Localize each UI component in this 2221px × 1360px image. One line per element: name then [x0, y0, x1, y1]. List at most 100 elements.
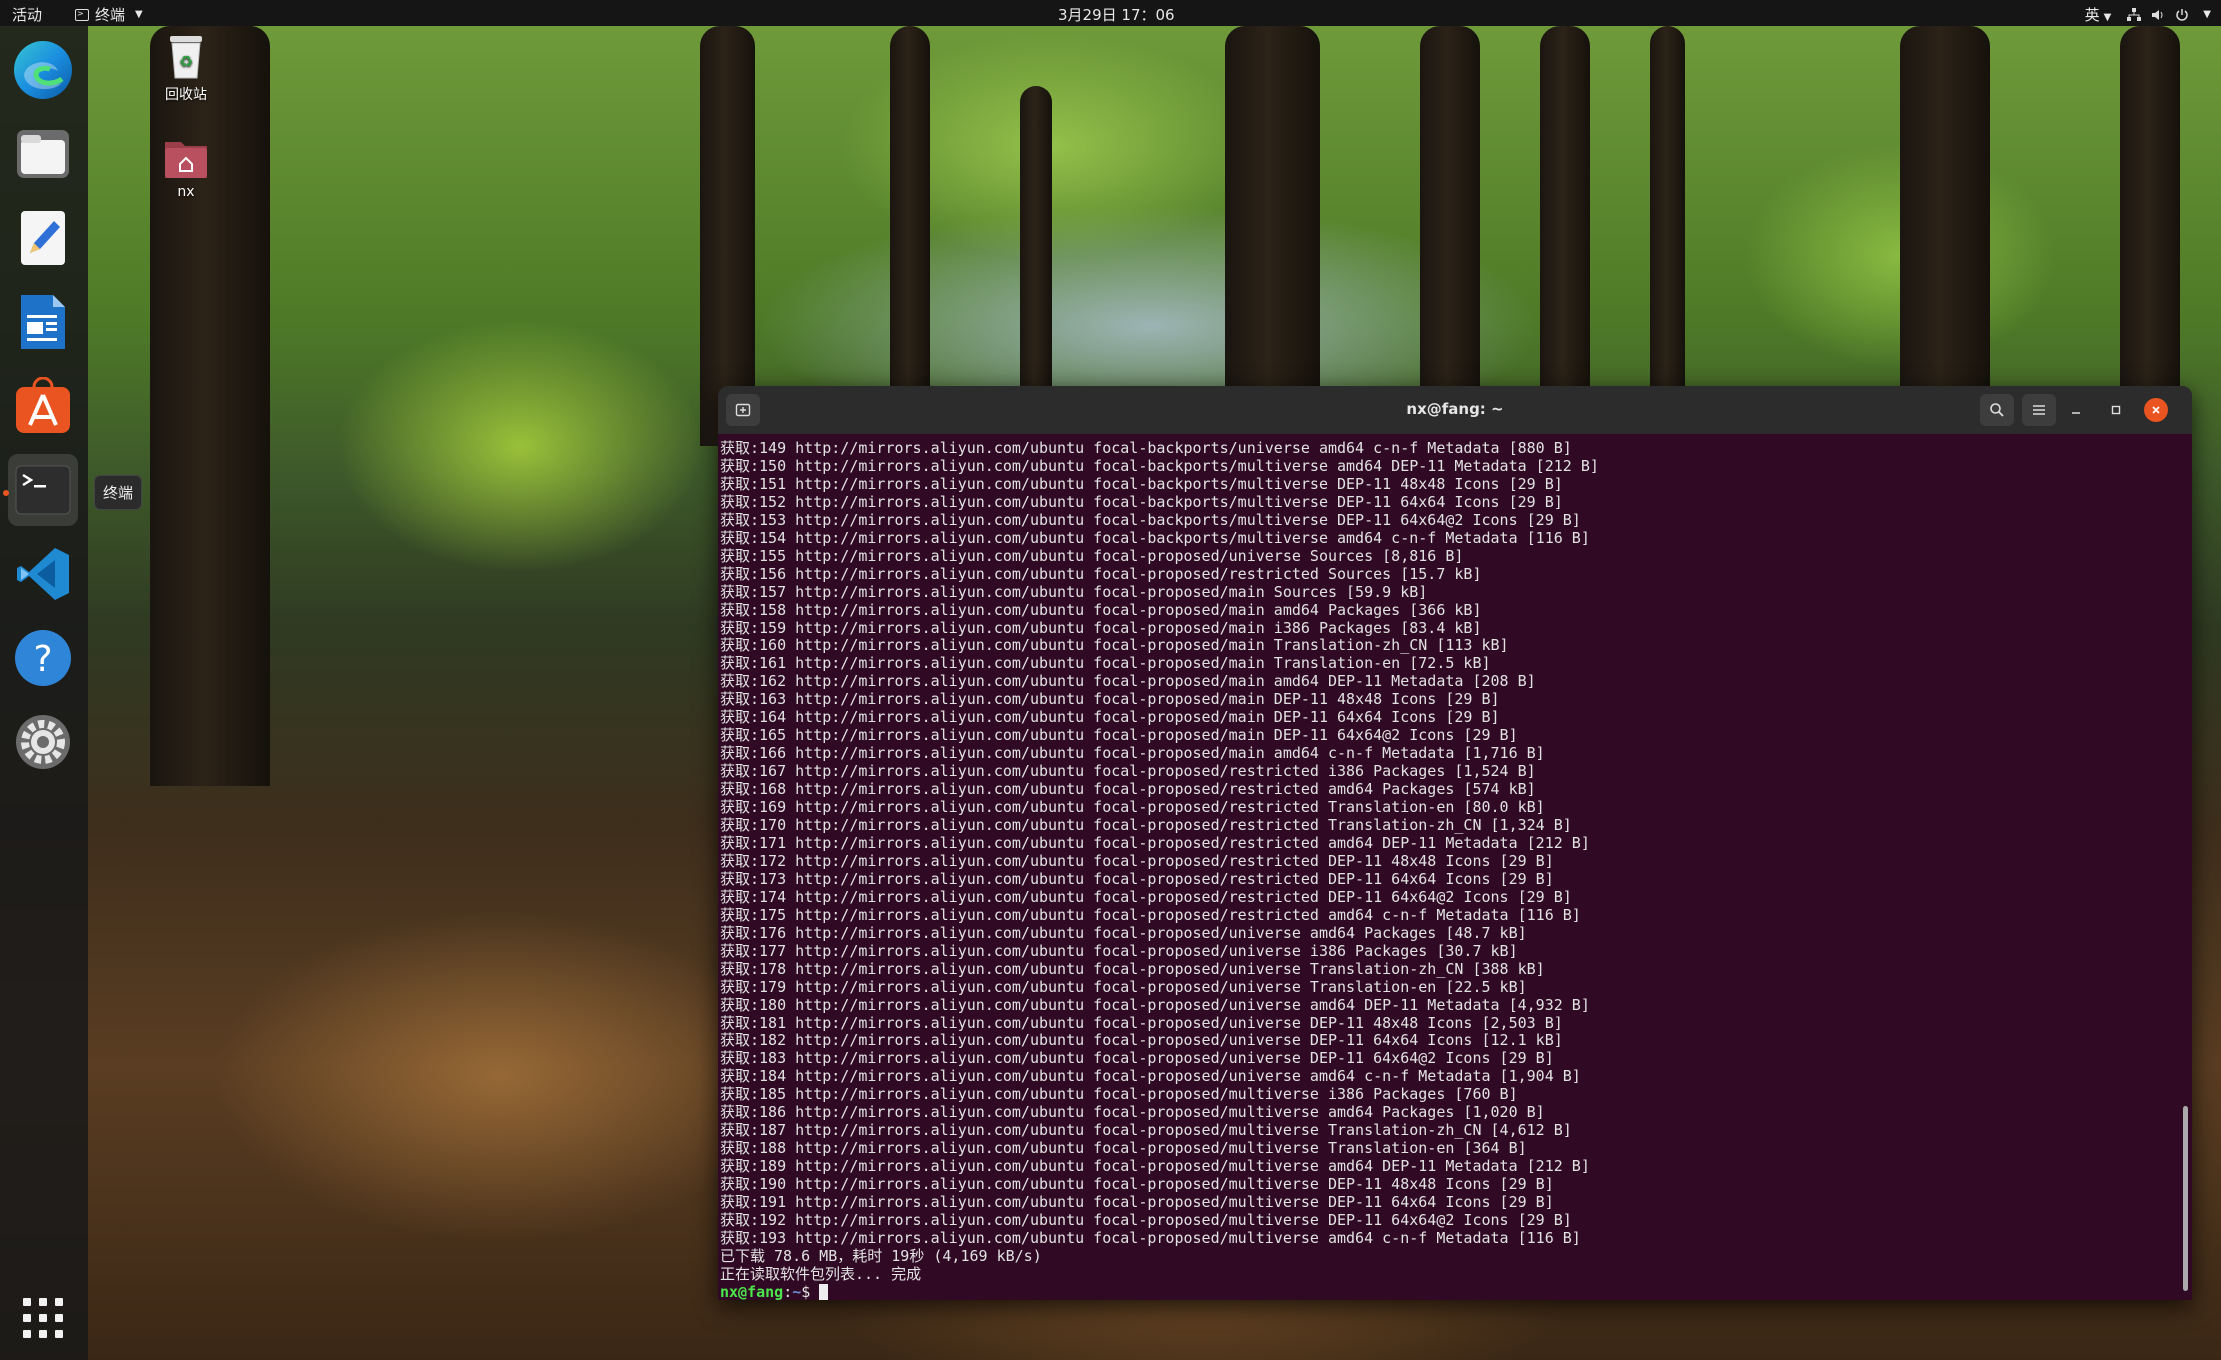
power-icon	[2176, 8, 2188, 21]
terminal-output[interactable]: 获取:149 http://mirrors.aliyun.com/ubuntu …	[720, 440, 2170, 1300]
terminal-output-line: 获取:192 http://mirrors.aliyun.com/ubuntu …	[720, 1210, 1572, 1229]
terminal-output-line: 获取:185 http://mirrors.aliyun.com/ubuntu …	[720, 1085, 1518, 1104]
dock-item-settings[interactable]	[8, 706, 78, 778]
terminal-output-line: 获取:181 http://mirrors.aliyun.com/ubuntu …	[720, 1013, 1563, 1032]
terminal-output-line: 获取:158 http://mirrors.aliyun.com/ubuntu …	[720, 600, 1482, 619]
terminal-output-line: 获取:191 http://mirrors.aliyun.com/ubuntu …	[720, 1193, 1554, 1212]
home-folder-icon	[165, 142, 207, 178]
dock-tooltip: 终端	[94, 475, 143, 510]
terminal-window[interactable]: nx@fang: ~ 获取:149 http://mirrors.aliyun.…	[718, 386, 2192, 1300]
input-method-menu[interactable]: 英 ▼	[2085, 4, 2112, 25]
terminal-output-line: 获取:184 http://mirrors.aliyun.com/ubuntu …	[720, 1067, 1581, 1086]
terminal-output-line: 获取:178 http://mirrors.aliyun.com/ubuntu …	[720, 959, 1545, 978]
system-menu[interactable]: ▼	[2127, 7, 2211, 22]
dock-item-edge[interactable]	[8, 34, 78, 106]
terminal-output-line: 获取:168 http://mirrors.aliyun.com/ubuntu …	[720, 780, 1536, 799]
terminal-output-line: 获取:176 http://mirrors.aliyun.com/ubuntu …	[720, 923, 1527, 942]
text-editor-icon	[21, 211, 65, 265]
terminal-output-line: 获取:150 http://mirrors.aliyun.com/ubuntu …	[720, 456, 1599, 475]
settings-icon	[16, 715, 70, 769]
minimize-icon	[2072, 412, 2080, 414]
software-store-icon	[16, 377, 70, 433]
terminal-lines: 获取:149 http://mirrors.aliyun.com/ubuntu …	[720, 440, 2170, 1284]
chevron-down-icon: ▼	[2103, 12, 2112, 23]
app-menu-button[interactable]: > 终端 ▼	[75, 4, 143, 25]
terminal-output-line: 获取:189 http://mirrors.aliyun.com/ubuntu …	[720, 1157, 1590, 1176]
dock-item-files[interactable]	[8, 118, 78, 190]
trash-label: 回收站	[165, 87, 207, 103]
dock: ?	[0, 26, 88, 1360]
terminal-output-line: 获取:179 http://mirrors.aliyun.com/ubuntu …	[720, 977, 1527, 996]
terminal-output-line: 获取:172 http://mirrors.aliyun.com/ubuntu …	[720, 851, 1554, 870]
scrollbar[interactable]	[2183, 1106, 2188, 1291]
terminal-output-line: 获取:166 http://mirrors.aliyun.com/ubuntu …	[720, 744, 1545, 763]
terminal-output-line: 获取:190 http://mirrors.aliyun.com/ubuntu …	[720, 1175, 1554, 1194]
dock-item-help[interactable]: ?	[8, 622, 78, 694]
terminal-output-line: 获取:149 http://mirrors.aliyun.com/ubuntu …	[720, 440, 1572, 457]
writer-icon	[21, 295, 65, 349]
svg-text:♻: ♻	[179, 52, 193, 71]
terminal-output-line: 获取:151 http://mirrors.aliyun.com/ubuntu …	[720, 474, 1563, 493]
window-title: nx@fang: ~	[1406, 400, 1504, 418]
folder-icon	[17, 130, 69, 178]
dock-item-text-editor[interactable]	[8, 202, 78, 274]
terminal-icon	[15, 465, 71, 515]
terminal-output-line: 获取:187 http://mirrors.aliyun.com/ubuntu …	[720, 1121, 1572, 1140]
desktop-trash[interactable]: ♻ 回收站	[146, 34, 226, 104]
network-icon	[2127, 7, 2142, 21]
search-icon	[1990, 403, 2004, 417]
hamburger-icon	[2033, 405, 2045, 415]
dock-item-libreoffice-writer[interactable]	[8, 286, 78, 358]
chevron-down-icon: ▼	[2203, 9, 2211, 20]
terminal-output-line: 获取:174 http://mirrors.aliyun.com/ubuntu …	[720, 887, 1572, 906]
prompt-separator: :	[783, 1282, 793, 1300]
dock-item-vscode[interactable]	[8, 538, 78, 610]
app-menu-label: 终端	[95, 6, 126, 24]
activities-button[interactable]: 活动	[12, 4, 42, 25]
terminal-output-line: 获取:155 http://mirrors.aliyun.com/ubuntu …	[720, 546, 1464, 565]
terminal-output-line: 获取:164 http://mirrors.aliyun.com/ubuntu …	[720, 708, 1500, 727]
app-grid-icon	[23, 1298, 63, 1338]
terminal-output-line: 获取:156 http://mirrors.aliyun.com/ubuntu …	[720, 564, 1482, 583]
terminal-output-line: 获取:152 http://mirrors.aliyun.com/ubuntu …	[720, 492, 1563, 511]
terminal-output-line: 获取:161 http://mirrors.aliyun.com/ubuntu …	[720, 654, 1491, 673]
terminal-output-line: 获取:153 http://mirrors.aliyun.com/ubuntu …	[720, 510, 1581, 529]
search-button[interactable]	[1980, 394, 2014, 426]
vscode-icon	[17, 548, 69, 600]
svg-text:?: ?	[33, 639, 52, 680]
terminal-output-line: 获取:182 http://mirrors.aliyun.com/ubuntu …	[720, 1031, 1563, 1050]
top-bar: 活动 > 终端 ▼ 3月29日 17：06 英 ▼ ▼	[0, 0, 2221, 26]
running-indicator	[3, 490, 9, 496]
terminal-headerbar[interactable]: nx@fang: ~	[718, 386, 2192, 434]
terminal-output-line: 获取:171 http://mirrors.aliyun.com/ubuntu …	[720, 833, 1590, 852]
terminal-output-line: 获取:188 http://mirrors.aliyun.com/ubuntu …	[720, 1139, 1527, 1158]
dock-item-terminal[interactable]	[8, 454, 78, 526]
terminal-output-line: 获取:193 http://mirrors.aliyun.com/ubuntu …	[720, 1228, 1581, 1247]
maximize-icon	[2111, 405, 2121, 415]
terminal-output-line: 获取:167 http://mirrors.aliyun.com/ubuntu …	[720, 762, 1536, 781]
terminal-output-line: 获取:173 http://mirrors.aliyun.com/ubuntu …	[720, 869, 1554, 888]
trash-icon: ♻	[170, 36, 202, 79]
help-icon: ?	[15, 630, 71, 686]
terminal-small-icon: >	[75, 8, 89, 21]
terminal-output-line: 获取:180 http://mirrors.aliyun.com/ubuntu …	[720, 995, 1590, 1014]
chevron-down-icon: ▼	[135, 9, 143, 20]
close-button[interactable]	[2144, 398, 2168, 422]
terminal-output-line: 获取:160 http://mirrors.aliyun.com/ubuntu …	[720, 636, 1509, 655]
input-method-label: 英	[2084, 6, 2100, 24]
desktop-home-folder[interactable]: nx	[146, 136, 226, 200]
terminal-output-line: 获取:162 http://mirrors.aliyun.com/ubuntu …	[720, 672, 1536, 691]
home-folder-label: nx	[177, 184, 195, 200]
dock-item-ubuntu-software[interactable]	[8, 370, 78, 442]
maximize-button[interactable]	[2104, 398, 2128, 422]
menu-button[interactable]	[2022, 394, 2056, 426]
dock-item-show-applications[interactable]	[8, 1282, 78, 1354]
edge-icon	[14, 41, 72, 99]
terminal-output-line: 获取:157 http://mirrors.aliyun.com/ubuntu …	[720, 582, 1428, 601]
volume-icon	[2152, 9, 2163, 20]
clock[interactable]: 3月29日 17：06	[1058, 4, 1175, 25]
terminal-output-line: 获取:177 http://mirrors.aliyun.com/ubuntu …	[720, 941, 1518, 960]
minimize-button[interactable]	[2064, 398, 2088, 422]
terminal-output-line: 获取:175 http://mirrors.aliyun.com/ubuntu …	[720, 905, 1581, 924]
close-icon	[2152, 406, 2160, 414]
